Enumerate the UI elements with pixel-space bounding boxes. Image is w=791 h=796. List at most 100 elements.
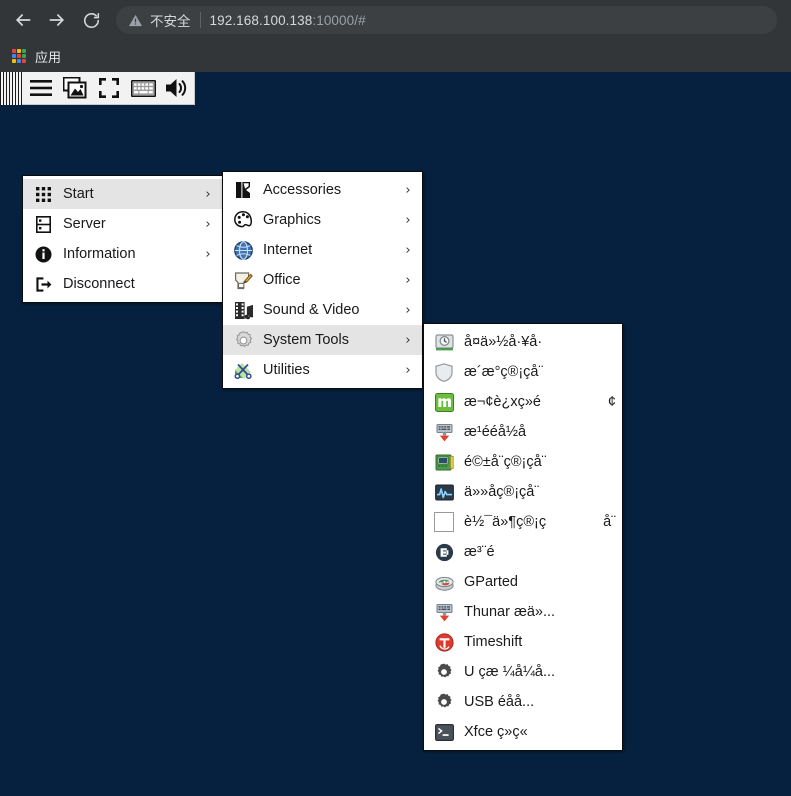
menu-item-label: Timeshift <box>464 634 523 650</box>
menu-item-backup-tool[interactable]: å¤ä»½å·¥å· <box>424 327 622 357</box>
menu-item-register[interactable]: æ³¨é <box>424 537 622 567</box>
menu-item-information[interactable]: Information › <box>23 239 222 269</box>
menu-item-software-manager[interactable]: è½¯ä»¶ç®¡ç å¨ <box>424 507 622 537</box>
menu-item-label: æ¬¢è¿xç»é <box>464 394 541 410</box>
menu-item-usb-format[interactable]: U çæ ¼å¼å... <box>424 657 622 687</box>
graphics-icon <box>232 209 254 231</box>
menu-item-label: Xfce ç»ç« <box>464 724 528 740</box>
utilities-icon <box>232 359 254 381</box>
url-path: :10000/# <box>312 12 366 28</box>
menu-item-label: æ³¨é <box>464 544 495 560</box>
address-bar[interactable]: 不安全 192.168.100.138:10000/# <box>116 6 777 34</box>
audio-button[interactable] <box>160 72 194 105</box>
apps-grid-icon[interactable] <box>12 49 26 63</box>
menu-item-label-extra: ¢ <box>607 394 616 410</box>
menu-item-usb-image-writer[interactable]: USB éåå... <box>424 687 622 717</box>
backup-tool-icon <box>433 331 455 353</box>
url-text: 192.168.100.138:10000/# <box>210 13 366 28</box>
chevron-right-icon: › <box>405 242 411 258</box>
menu-item-gparted[interactable]: GParted <box>424 567 622 597</box>
chevron-right-icon: › <box>405 272 411 288</box>
menu-item-update-manager[interactable]: æ´æ°ç®¡çå¨ <box>424 357 622 387</box>
menu-button[interactable] <box>24 72 58 105</box>
drag-handle-icon[interactable] <box>0 71 22 105</box>
shield-update-icon <box>433 361 455 383</box>
reload-button[interactable] <box>76 5 106 35</box>
task-manager-icon <box>433 481 455 503</box>
menu-item-label: Office <box>263 272 301 288</box>
screenshot-button[interactable] <box>58 72 92 105</box>
menu-item-start[interactable]: Start › <box>23 179 222 209</box>
categories-menu[interactable]: Accessories › Graphics › Internet › Offi… <box>222 171 423 389</box>
menu-item-office[interactable]: Office › <box>223 265 422 295</box>
speaker-icon <box>166 79 187 97</box>
menu-item-task-manager[interactable]: ä»»åç®¡çå¨ <box>424 477 622 507</box>
remote-desktop-canvas[interactable]: Start › Server › Information › Disconnec… <box>0 71 791 796</box>
grid-apps-icon <box>32 183 54 205</box>
keyboard-button[interactable] <box>126 72 160 105</box>
security-status-text: 不安全 <box>150 14 191 29</box>
bookmark-apps-label[interactable]: 应用 <box>35 47 61 66</box>
accessories-icon <box>232 179 254 201</box>
browser-chrome: 不安全 192.168.100.138:10000/# 应用 <box>0 0 791 72</box>
info-circle-icon <box>32 243 54 265</box>
menu-item-label: Internet <box>263 242 313 258</box>
forward-button[interactable] <box>42 5 72 35</box>
fullscreen-icon <box>99 78 119 98</box>
menu-item-xfce-terminal[interactable]: Xfce ç»ç« <box>424 717 622 747</box>
logout-icon <box>32 273 54 295</box>
menu-item-graphics[interactable]: Graphics › <box>223 205 422 235</box>
menu-item-label: è½¯ä»¶ç®¡ç <box>464 514 547 530</box>
menu-item-utilities[interactable]: Utilities › <box>223 355 422 385</box>
menu-item-server[interactable]: Server › <box>23 209 222 239</box>
menu-item-label: Disconnect <box>63 276 135 292</box>
menu-item-bulk-rename[interactable]: æ¹ééå½å <box>424 417 622 447</box>
reload-icon <box>83 12 99 28</box>
internet-icon <box>232 239 254 261</box>
menu-item-thunar[interactable]: Thunar æä»... <box>424 597 622 627</box>
bookmarks-bar: 应用 <box>0 40 791 72</box>
sound-video-icon <box>232 299 254 321</box>
menu-item-internet[interactable]: Internet › <box>223 235 422 265</box>
menu-item-accessories[interactable]: Accessories › <box>223 175 422 205</box>
menu-item-label: GParted <box>464 574 518 590</box>
menu-item-sound-video[interactable]: Sound & Video › <box>223 295 422 325</box>
keyboard-icon <box>130 79 156 97</box>
system-tools-menu[interactable]: å¤ä»½å·¥å· æ´æ°ç®¡çå¨ æ¬¢è¿xç»é ¢ æ¹ééå½… <box>423 323 623 751</box>
system-tools-icon <box>232 329 254 351</box>
root-menu[interactable]: Start › Server › Information › Disconnec… <box>22 175 223 303</box>
remote-session-toolbar <box>0 71 195 105</box>
menu-item-disconnect[interactable]: Disconnect <box>23 269 222 299</box>
image-stack-icon <box>63 77 87 99</box>
menu-item-label: Accessories <box>263 182 342 198</box>
gparted-icon <box>433 571 455 593</box>
fullscreen-button[interactable] <box>92 72 126 105</box>
gear-icon <box>433 661 455 683</box>
menu-item-label: Utilities <box>263 362 310 378</box>
warning-triangle-icon <box>128 13 143 28</box>
chevron-right-icon: › <box>205 246 211 262</box>
menu-item-system-tools[interactable]: System Tools › <box>223 325 422 355</box>
menu-item-label: å¤ä»½å·¥å· <box>464 334 543 350</box>
server-icon <box>32 213 54 235</box>
menu-item-timeshift[interactable]: Timeshift <box>424 627 622 657</box>
browser-nav-row: 不安全 192.168.100.138:10000/# <box>0 0 791 40</box>
menu-item-label: ä»»åç®¡çå¨ <box>464 484 540 500</box>
chevron-right-icon: › <box>205 186 211 202</box>
omnibox-divider <box>199 12 201 28</box>
menu-item-label: System Tools <box>263 332 349 348</box>
chevron-right-icon: › <box>405 362 411 378</box>
menu-item-welcome-screen[interactable]: æ¬¢è¿xç»é ¢ <box>424 387 622 417</box>
menu-item-label: Server <box>63 216 106 232</box>
blank-icon <box>433 511 455 533</box>
menu-item-label: Information <box>63 246 136 262</box>
back-button[interactable] <box>8 5 38 35</box>
menu-item-driver-manager[interactable]: é©±å¨ç®¡çå¨ <box>424 447 622 477</box>
menu-item-label: æ´æ°ç®¡çå¨ <box>464 364 544 380</box>
menu-item-label: æ¹ééå½å <box>464 424 527 440</box>
chevron-right-icon: › <box>205 216 211 232</box>
menu-item-label: Start <box>63 186 94 202</box>
timeshift-icon <box>433 631 455 653</box>
thunar-icon <box>433 601 455 623</box>
hamburger-menu-icon <box>30 80 52 96</box>
